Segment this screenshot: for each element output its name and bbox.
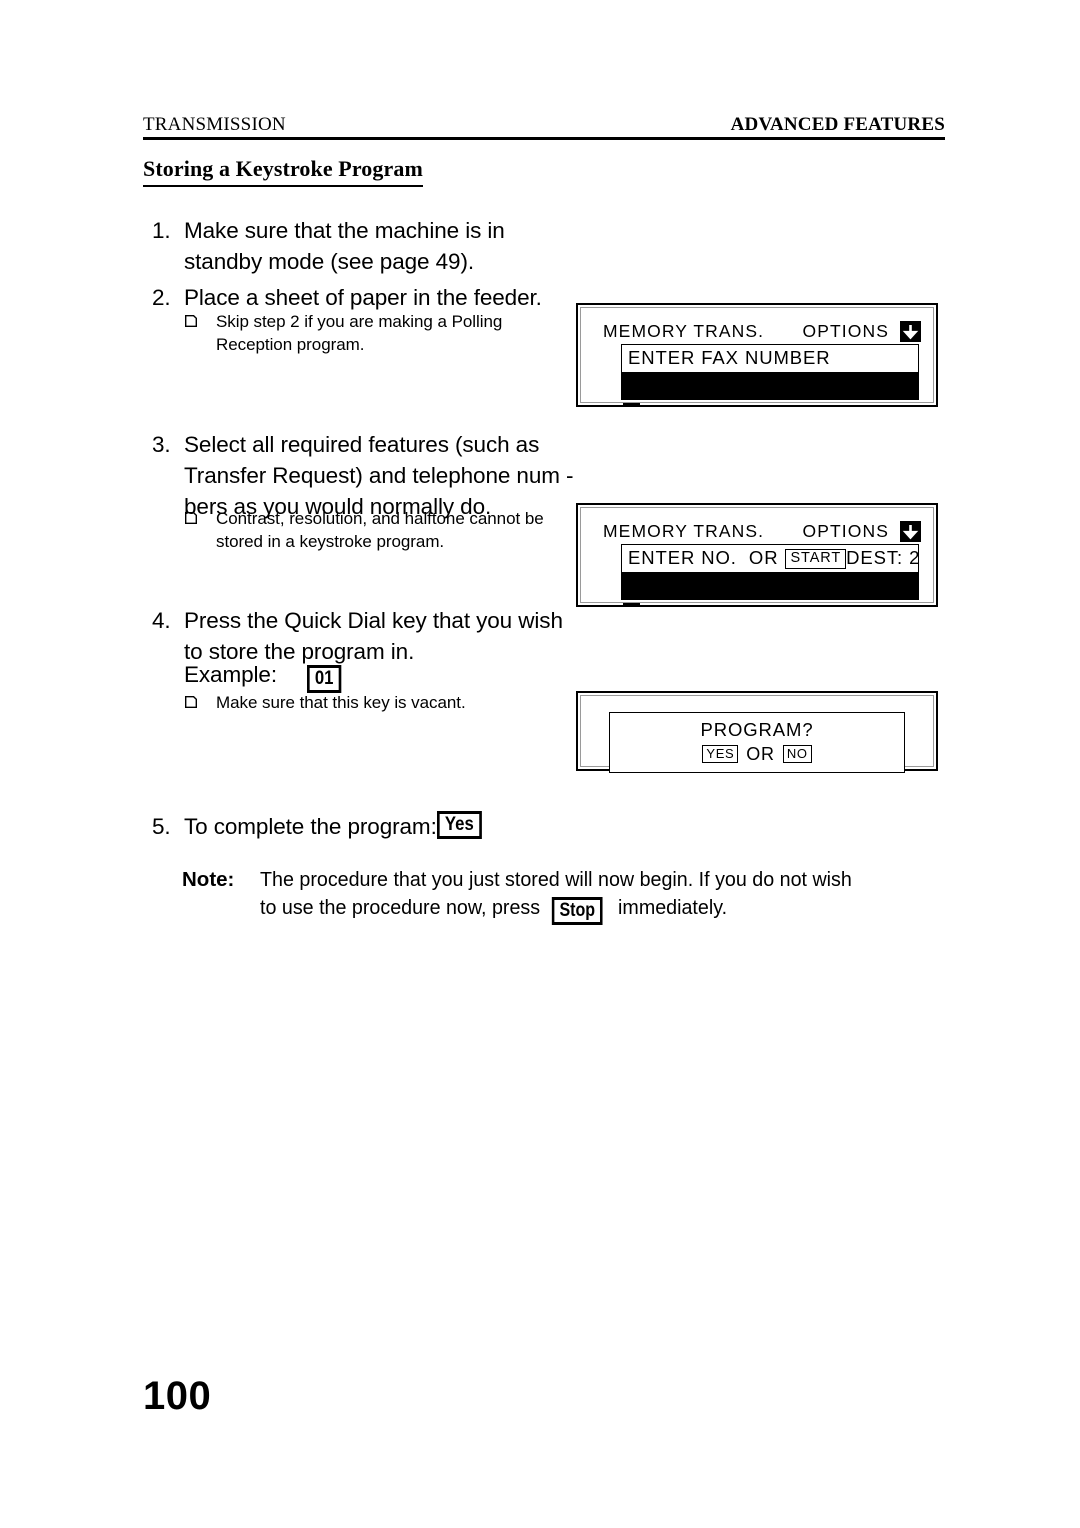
- lcd-panel-enter-fax-number: MEMORY TRANS. OPTIONS ENTER FAX NUMBER: [576, 303, 938, 407]
- down-arrow-icon[interactable]: [900, 321, 921, 342]
- lcd-status-left: MEMORY TRANS.: [603, 321, 765, 341]
- header-right-label: ADVANCED FEATURES: [730, 114, 945, 135]
- step-5-key-wrap: Yes: [437, 811, 488, 839]
- no-key[interactable]: NO: [782, 745, 812, 763]
- step-1: 1. Make sure that the machine is in stan…: [152, 215, 552, 277]
- note-text-after: immediately.: [618, 895, 728, 919]
- yes-key[interactable]: YES: [702, 745, 739, 763]
- step-3-number: 3.: [152, 432, 171, 457]
- lcd-status-right: OPTIONS: [802, 321, 889, 341]
- step-5-text: To complete the program:: [184, 814, 437, 839]
- lcd-status-left: MEMORY TRANS.: [603, 521, 765, 541]
- lcd-status-right-group: OPTIONS: [803, 321, 921, 342]
- header-left-label: TRANSMISSION: [143, 114, 286, 135]
- running-header: TRANSMISSION ADVANCED FEATURES: [143, 114, 945, 136]
- start-key[interactable]: START: [785, 549, 847, 569]
- lcd-status-bar: MEMORY TRANS. OPTIONS: [593, 321, 921, 342]
- step-2: 2. Place a sheet of paper in the feeder.: [152, 282, 572, 313]
- step-2-number: 2.: [152, 285, 171, 310]
- lcd-prompt-group: ENTER NO. OR START: [628, 547, 847, 569]
- sub-note-3-text: Make sure that this key is vacant.: [216, 693, 466, 712]
- lcd-panel-enter-no-or-start: MEMORY TRANS. OPTIONS ENTER NO. OR START: [576, 503, 938, 607]
- lcd-choice-row: YES OR NO: [610, 744, 904, 765]
- notch-square-bullet-icon: [185, 512, 197, 524]
- or-label: OR: [746, 744, 775, 764]
- lcd-content: MEMORY TRANS. OPTIONS ENTER FAX NUMBER: [581, 308, 933, 406]
- lcd-status-right-group: OPTIONS: [803, 521, 921, 542]
- lcd-input-row[interactable]: [622, 372, 918, 399]
- note-block: Note: The procedure that you just stored…: [182, 866, 882, 925]
- example-label: Example:: [184, 662, 277, 687]
- down-arrow-icon[interactable]: [900, 521, 921, 542]
- lcd-cursor-icon: [623, 403, 640, 406]
- notch-square-bullet-icon: [185, 315, 197, 327]
- lcd-inner-frame: PROGRAM? YES OR NO: [580, 695, 934, 773]
- lcd-inner-frame: MEMORY TRANS. OPTIONS ENTER FAX NUMBER: [580, 307, 934, 406]
- step-5: 5. To complete the program:: [152, 811, 582, 842]
- lcd-prompt-text: PROGRAM?: [700, 719, 814, 740]
- sub-note-3: Make sure that this key is vacant.: [185, 692, 565, 715]
- step-4-number: 4.: [152, 608, 171, 633]
- note-label: Note:: [182, 868, 235, 891]
- lcd-status-right: OPTIONS: [802, 521, 889, 541]
- lcd-screen: ENTER FAX NUMBER: [621, 344, 919, 400]
- lcd-panel-program-confirm: PROGRAM? YES OR NO: [576, 691, 938, 773]
- lcd-text-row: ENTER NO. OR START DEST: 2: [622, 545, 921, 572]
- step-1-text: Make sure that the machine is in standby…: [184, 218, 505, 274]
- lcd-status-bar: MEMORY TRANS. OPTIONS: [593, 521, 921, 542]
- yes-key[interactable]: Yes: [437, 811, 482, 839]
- quick-dial-key-01[interactable]: 01: [307, 665, 342, 693]
- document-page: TRANSMISSION ADVANCED FEATURES Storing a…: [0, 0, 1080, 1528]
- notch-square-bullet-icon: [185, 696, 197, 708]
- step-4-example: Example: 01: [184, 659, 484, 693]
- lcd-prompt-text: ENTER FAX NUMBER: [628, 347, 831, 368]
- note-text: The procedure that you just stored will …: [260, 866, 857, 925]
- stop-key[interactable]: Stop: [551, 896, 603, 925]
- sub-note-2: Contrast, resolution, and halftone canno…: [185, 508, 555, 553]
- lcd-content: PROGRAM? YES OR NO: [581, 696, 933, 773]
- sub-note-1-text: Skip step 2 if you are making a Polling …: [216, 312, 503, 354]
- lcd-cursor-icon: [623, 603, 640, 606]
- lcd-inner-frame: MEMORY TRANS. OPTIONS ENTER NO. OR START: [580, 507, 934, 606]
- lcd-screen: PROGRAM? YES OR NO: [609, 712, 905, 773]
- lcd-screen: ENTER NO. OR START DEST: 2: [621, 544, 919, 600]
- lcd-content: MEMORY TRANS. OPTIONS ENTER NO. OR START: [581, 508, 933, 606]
- step-2-text: Place a sheet of paper in the feeder.: [184, 285, 542, 310]
- page-title: Storing a Keystroke Program: [143, 156, 423, 187]
- sub-note-1: Skip step 2 if you are making a Polling …: [185, 311, 555, 356]
- step-4-text: Press the Quick Dial key that you wish t…: [184, 608, 563, 664]
- step-5-number: 5.: [152, 814, 171, 839]
- page-number: 100: [143, 1374, 212, 1418]
- lcd-prompt-text: ENTER NO. OR: [628, 547, 779, 568]
- sub-note-2-text: Contrast, resolution, and halftone canno…: [216, 509, 544, 551]
- header-rule: [143, 137, 945, 140]
- lcd-dest-count: DEST: 2: [846, 547, 921, 568]
- step-4: 4. Press the Quick Dial key that you wis…: [152, 605, 572, 667]
- lcd-input-row[interactable]: [622, 572, 918, 599]
- lcd-text-row: ENTER FAX NUMBER: [622, 345, 918, 372]
- step-1-number: 1.: [152, 218, 171, 243]
